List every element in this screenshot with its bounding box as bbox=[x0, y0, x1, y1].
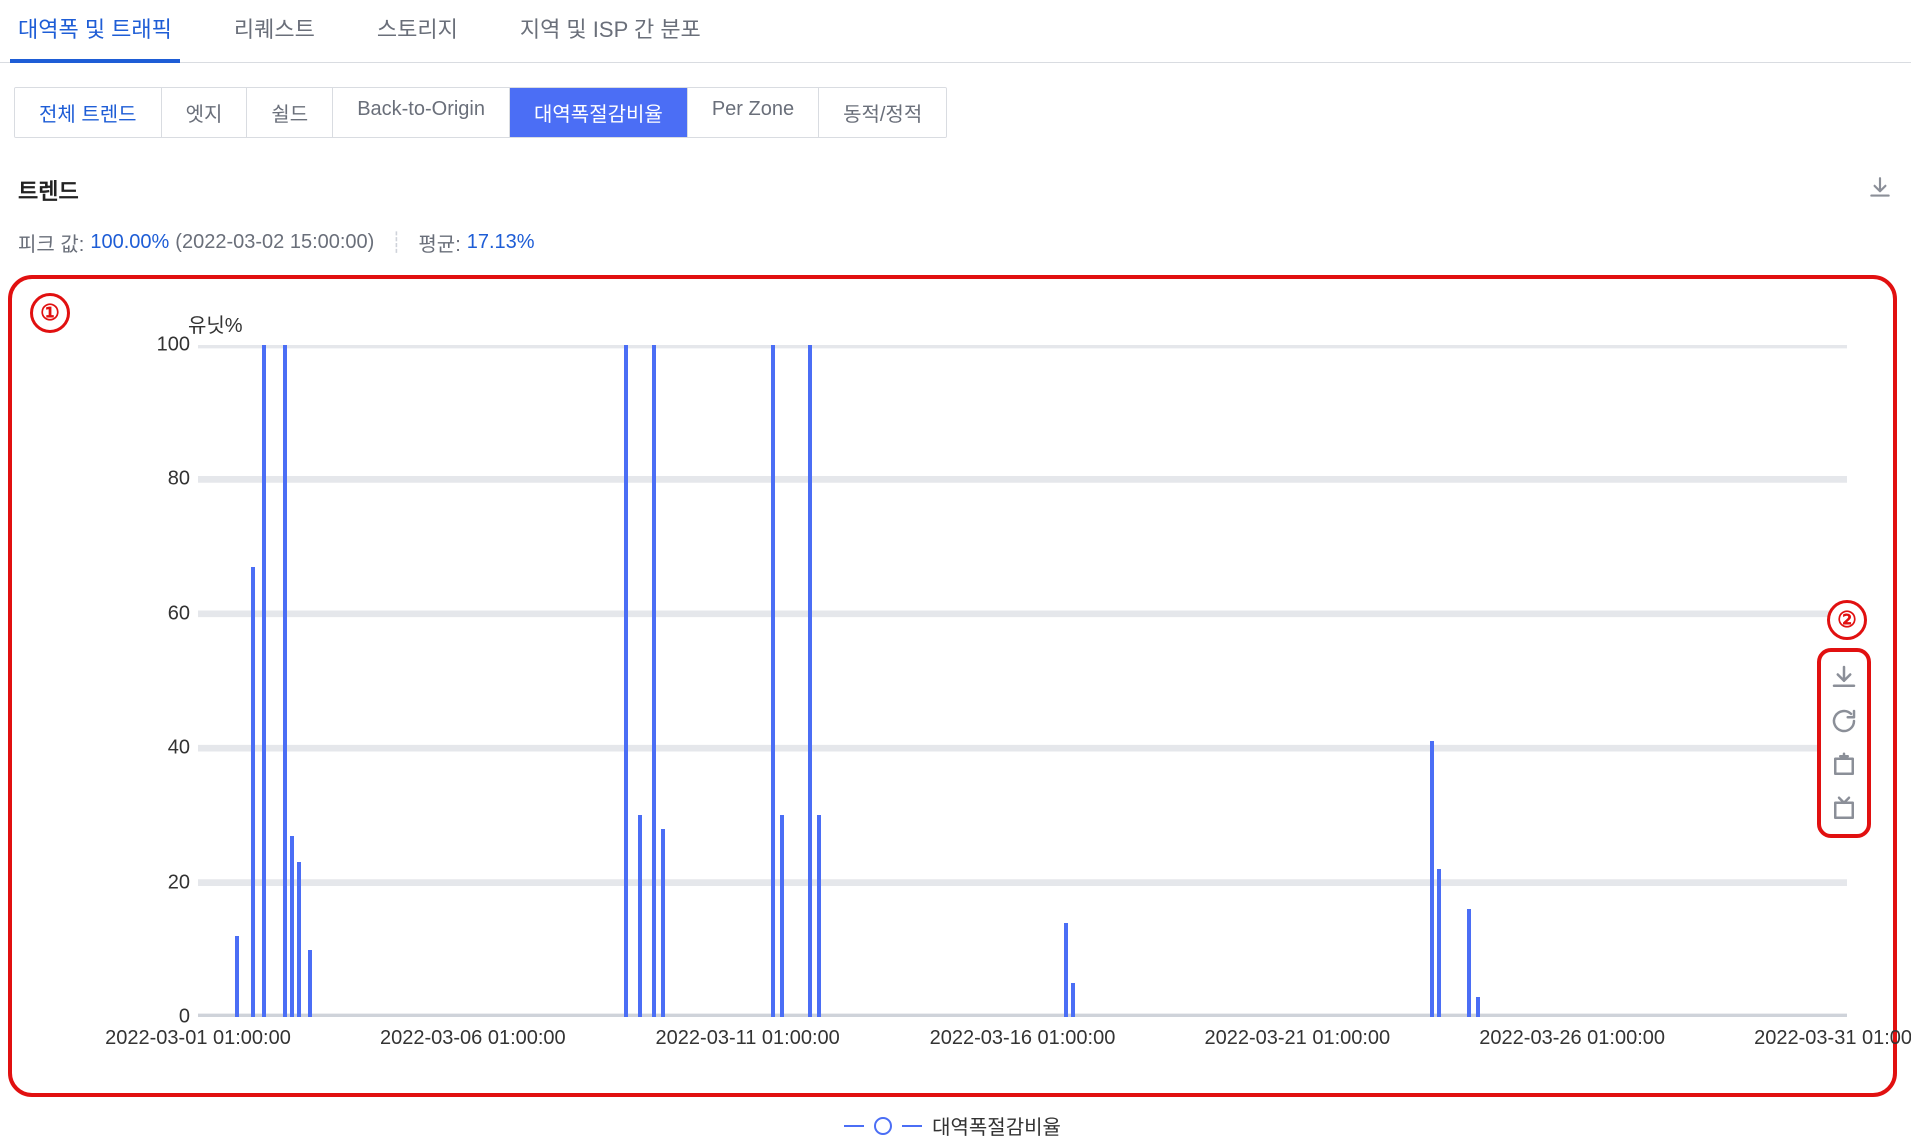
subnav-shield[interactable]: 쉴드 bbox=[247, 88, 333, 137]
data-bar[interactable] bbox=[1437, 869, 1441, 1017]
data-bar[interactable] bbox=[1071, 983, 1075, 1017]
subnav-all-trend[interactable]: 전체 트렌드 bbox=[15, 88, 162, 137]
data-bar[interactable] bbox=[638, 815, 642, 1017]
x-tick-label: 2022-03-31 01:00:00 bbox=[1754, 1027, 1911, 1050]
y-tick-label: 20 bbox=[168, 871, 190, 894]
legend-marker-icon bbox=[874, 1117, 892, 1135]
zoom-in-icon[interactable] bbox=[1829, 750, 1859, 780]
data-bar[interactable] bbox=[235, 936, 239, 1017]
data-bar[interactable] bbox=[780, 815, 784, 1017]
data-bar[interactable] bbox=[1476, 997, 1480, 1017]
subnav-dynamic-static[interactable]: 동적/정적 bbox=[819, 88, 946, 137]
callout-2: ② bbox=[1827, 600, 1867, 640]
y-tick-label: 60 bbox=[168, 602, 190, 625]
data-bar[interactable] bbox=[1064, 923, 1068, 1017]
data-bar[interactable] bbox=[1467, 909, 1471, 1017]
legend-line-icon bbox=[844, 1125, 864, 1127]
subnav-group: 전체 트렌드 엣지 쉴드 Back-to-Origin 대역폭절감비율 Per … bbox=[14, 87, 947, 138]
data-bar[interactable] bbox=[771, 345, 775, 1017]
data-bar[interactable] bbox=[1430, 741, 1434, 1017]
tab-geo-isp[interactable]: 지역 및 ISP 간 분포 bbox=[516, 0, 705, 62]
legend-series-label: 대역폭절감비율 bbox=[932, 1111, 1061, 1140]
chart-legend: 대역폭절감비율 bbox=[8, 1097, 1897, 1140]
x-tick-label: 2022-03-26 01:00:00 bbox=[1479, 1027, 1665, 1050]
tab-storage[interactable]: 스토리지 bbox=[373, 0, 462, 62]
chart-annotation-box-1: ① 유닛% 020406080100 2022-03-01 01:00:0020… bbox=[8, 275, 1897, 1097]
refresh-icon[interactable] bbox=[1829, 706, 1859, 736]
subnav-row: 전체 트렌드 엣지 쉴드 Back-to-Origin 대역폭절감비율 Per … bbox=[0, 63, 1911, 138]
x-tick-label: 2022-03-06 01:00:00 bbox=[380, 1027, 566, 1050]
x-tick-label: 2022-03-11 01:00:00 bbox=[656, 1027, 840, 1050]
data-bar[interactable] bbox=[661, 829, 665, 1017]
chart-toolbar bbox=[1817, 648, 1871, 838]
data-bar[interactable] bbox=[297, 862, 301, 1017]
x-tick-label: 2022-03-16 01:00:00 bbox=[930, 1027, 1116, 1050]
peak-value: 100.00% bbox=[90, 231, 169, 254]
data-bar[interactable] bbox=[308, 950, 312, 1017]
x-tick-label: 2022-03-21 01:00:00 bbox=[1204, 1027, 1390, 1050]
peak-time: (2022-03-02 15:00:00) bbox=[175, 231, 374, 254]
chart-bars bbox=[198, 345, 1847, 1017]
subnav-back-to-origin[interactable]: Back-to-Origin bbox=[333, 88, 510, 137]
x-tick-label: 2022-03-01 01:00:00 bbox=[105, 1027, 291, 1050]
y-unit-label: 유닛% bbox=[188, 309, 243, 338]
peak-label: 피크 값: bbox=[18, 228, 84, 257]
avg-label: 평균: bbox=[418, 228, 460, 257]
data-bar[interactable] bbox=[251, 567, 255, 1017]
callout-1: ① bbox=[30, 293, 70, 333]
section-title: 트렌드 bbox=[18, 174, 79, 206]
data-bar[interactable] bbox=[283, 345, 287, 1017]
subnav-bandwidth-save-ratio[interactable]: 대역폭절감비율 bbox=[510, 88, 688, 137]
x-axis-labels: 2022-03-01 01:00:002022-03-06 01:00:0020… bbox=[198, 1027, 1847, 1057]
download-icon[interactable] bbox=[1829, 662, 1859, 692]
avg-value: 17.13% bbox=[467, 231, 535, 254]
tab-bandwidth-traffic[interactable]: 대역폭 및 트래픽 bbox=[14, 0, 176, 62]
legend-line-icon bbox=[902, 1125, 922, 1127]
y-tick-label: 40 bbox=[168, 737, 190, 760]
subnav-per-zone[interactable]: Per Zone bbox=[688, 88, 819, 137]
section-header: 트렌드 bbox=[0, 138, 1911, 206]
data-bar[interactable] bbox=[624, 345, 628, 1017]
stats-row: 피크 값: 100.00% (2022-03-02 15:00:00) ┊ 평균… bbox=[0, 206, 1911, 257]
tab-request[interactable]: 리퀘스트 bbox=[230, 0, 319, 62]
main-tabs: 대역폭 및 트래픽 리퀘스트 스토리지 지역 및 ISP 간 분포 bbox=[0, 0, 1911, 63]
y-axis-labels: 020406080100 bbox=[140, 345, 190, 1017]
download-section-icon[interactable] bbox=[1867, 175, 1893, 206]
data-bar[interactable] bbox=[262, 345, 266, 1017]
stats-sep: ┊ bbox=[380, 230, 412, 255]
data-bar[interactable] bbox=[808, 345, 812, 1017]
data-bar[interactable] bbox=[652, 345, 656, 1017]
y-tick-label: 100 bbox=[157, 334, 190, 357]
chart-wrap: ① 유닛% 020406080100 2022-03-01 01:00:0020… bbox=[8, 275, 1897, 1140]
y-tick-label: 80 bbox=[168, 468, 190, 491]
subnav-edge[interactable]: 엣지 bbox=[162, 88, 248, 137]
y-tick-label: 0 bbox=[179, 1006, 190, 1029]
chart-plot[interactable]: 유닛% 020406080100 2022-03-01 01:00:002022… bbox=[198, 345, 1847, 1017]
reset-zoom-icon[interactable] bbox=[1829, 794, 1859, 824]
data-bar[interactable] bbox=[290, 836, 294, 1017]
data-bar[interactable] bbox=[817, 815, 821, 1017]
